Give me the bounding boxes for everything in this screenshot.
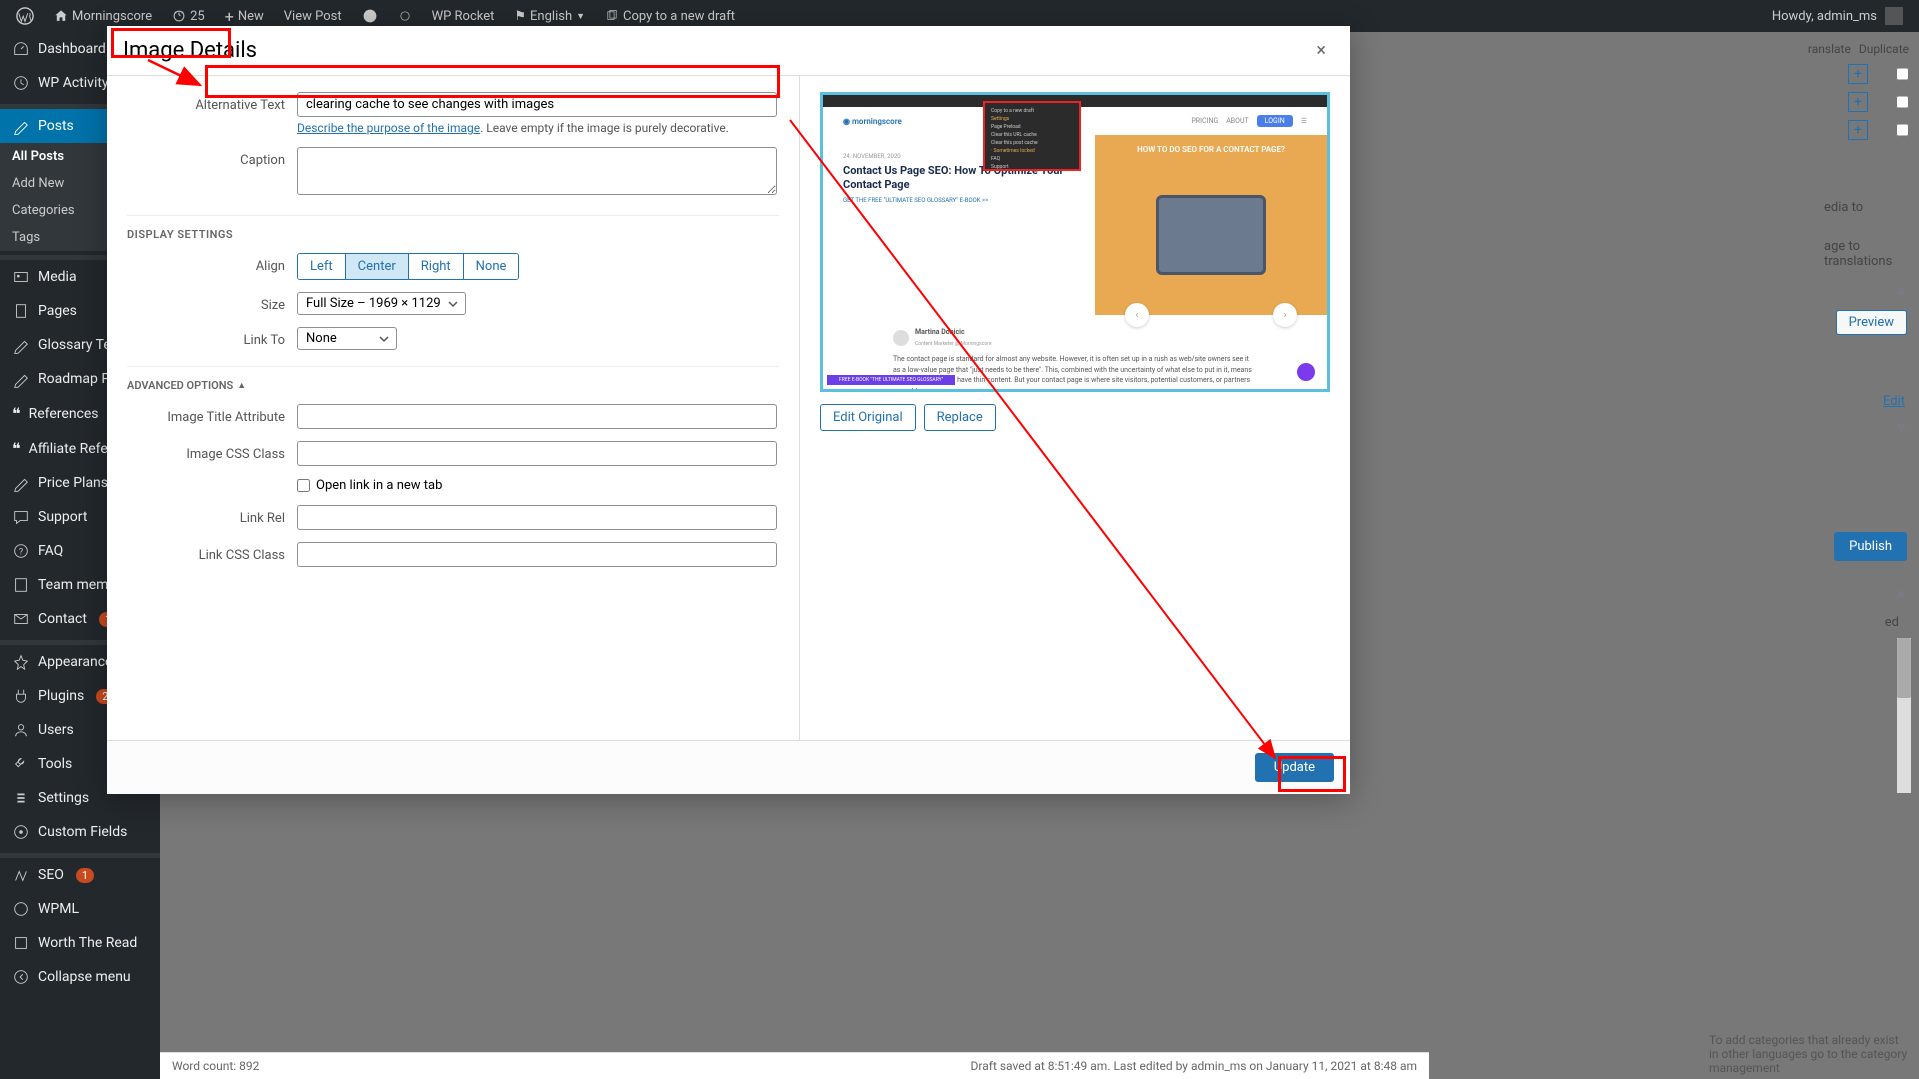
edit-link[interactable]: Edit	[1883, 394, 1905, 409]
css-class-label: Image CSS Class	[127, 441, 297, 462]
replace-button[interactable]: Replace	[924, 404, 996, 431]
update-button[interactable]: Update	[1255, 753, 1334, 782]
yoast-icon[interactable]	[354, 8, 386, 24]
preview-logo: ◉ morningscore	[843, 117, 902, 126]
copy-draft[interactable]: Copy to a new draft	[597, 9, 743, 24]
save-status: Draft saved at 8:51:49 am. Last edited b…	[971, 1059, 1417, 1073]
align-right-button[interactable]: Right	[409, 254, 464, 279]
close-icon[interactable]: ×	[1308, 36, 1334, 65]
site-name[interactable]: Morningscore	[46, 9, 160, 24]
seo-badge: 1	[76, 868, 94, 883]
advanced-options-toggle[interactable]: ADVANCED OPTIONS	[127, 366, 779, 392]
preview-button[interactable]: Preview	[1836, 310, 1907, 335]
image-details-modal: Image Details × Alternative Text Describ…	[107, 26, 1350, 794]
uncategorized-text: ed	[1885, 615, 1899, 630]
align-none-button[interactable]: None	[464, 254, 519, 279]
chat-bubble-icon	[1297, 363, 1315, 381]
size-select[interactable]: Full Size – 1969 × 1129	[297, 292, 466, 315]
translate-col: ranslate	[1808, 42, 1851, 56]
open-new-tab-label: Open link in a new tab	[316, 478, 442, 493]
open-new-tab-checkbox[interactable]	[297, 479, 310, 492]
translation-note: age to translations	[1824, 239, 1909, 269]
updates-icon[interactable]: 25	[164, 9, 213, 24]
link-css-input[interactable]	[297, 542, 777, 567]
linkto-label: Link To	[127, 327, 297, 348]
linkto-select[interactable]: None	[297, 327, 397, 350]
avatar[interactable]	[1885, 7, 1903, 25]
duplicate-col: Duplicate	[1859, 42, 1909, 56]
align-center-button[interactable]: Center	[346, 254, 409, 279]
title-attr-input[interactable]	[297, 404, 777, 429]
caption-input[interactable]	[297, 147, 777, 195]
alt-help-text: Describe the purpose of the image. Leave…	[297, 121, 777, 135]
align-button-group: Left Center Right None	[297, 253, 519, 280]
add-translation-icon[interactable]: +	[1848, 92, 1868, 112]
howdy-user[interactable]: Howdy, admin_ms	[1772, 9, 1877, 24]
language-switcher[interactable]: ⚑ English ▼	[506, 9, 593, 24]
wp-logo-icon[interactable]	[8, 7, 42, 25]
new-content[interactable]: + New	[217, 7, 272, 26]
add-translation-icon[interactable]: +	[1848, 64, 1868, 84]
display-settings-heading: DISPLAY SETTINGS	[127, 215, 779, 241]
align-left-button[interactable]: Left	[298, 254, 346, 279]
image-preview: ◉ morningscore PRICING ABOUT LOGIN ☰ Cop…	[820, 92, 1330, 392]
duplicate-checkbox[interactable]	[1896, 120, 1909, 140]
category-note: To add categories that already exist in …	[1709, 1033, 1909, 1075]
menu-worth-read[interactable]: Worth The Read	[0, 926, 160, 960]
align-label: Align	[127, 253, 297, 274]
link-rel-label: Link Rel	[127, 505, 297, 526]
wp-rocket[interactable]: WP Rocket	[424, 9, 503, 24]
alt-text-input[interactable]	[297, 92, 777, 117]
alt-help-link[interactable]: Describe the purpose of the image	[297, 121, 480, 135]
media-note: edia to	[1824, 200, 1909, 215]
menu-seo[interactable]: SEO1	[0, 858, 160, 892]
duplicate-checkbox[interactable]	[1896, 92, 1909, 112]
collapse-menu[interactable]: Collapse menu	[0, 960, 160, 994]
link-css-label: Link CSS Class	[127, 542, 297, 563]
edit-original-button[interactable]: Edit Original	[820, 404, 916, 431]
css-class-input[interactable]	[297, 441, 777, 466]
alt-text-label: Alternative Text	[127, 92, 297, 113]
title-attr-label: Image Title Attribute	[127, 404, 297, 425]
view-post[interactable]: View Post	[276, 9, 350, 24]
preview-annotation-box: Copy to a new draft Settings Page Preloa…	[983, 101, 1081, 171]
modal-title: Image Details	[123, 38, 257, 63]
svg-text:?: ?	[19, 548, 23, 558]
link-rel-input[interactable]	[297, 505, 777, 530]
cache-icon[interactable]	[390, 9, 420, 23]
add-translation-icon[interactable]: +	[1848, 120, 1868, 140]
publish-button[interactable]: Publish	[1834, 532, 1907, 561]
word-count: Word count: 892	[172, 1059, 259, 1073]
duplicate-checkbox[interactable]	[1896, 64, 1909, 84]
menu-custom-fields[interactable]: Custom Fields	[0, 815, 160, 849]
caption-label: Caption	[127, 147, 297, 168]
scrollbar[interactable]	[1897, 638, 1911, 793]
menu-wpml[interactable]: WPML	[0, 892, 160, 926]
size-label: Size	[127, 292, 297, 313]
